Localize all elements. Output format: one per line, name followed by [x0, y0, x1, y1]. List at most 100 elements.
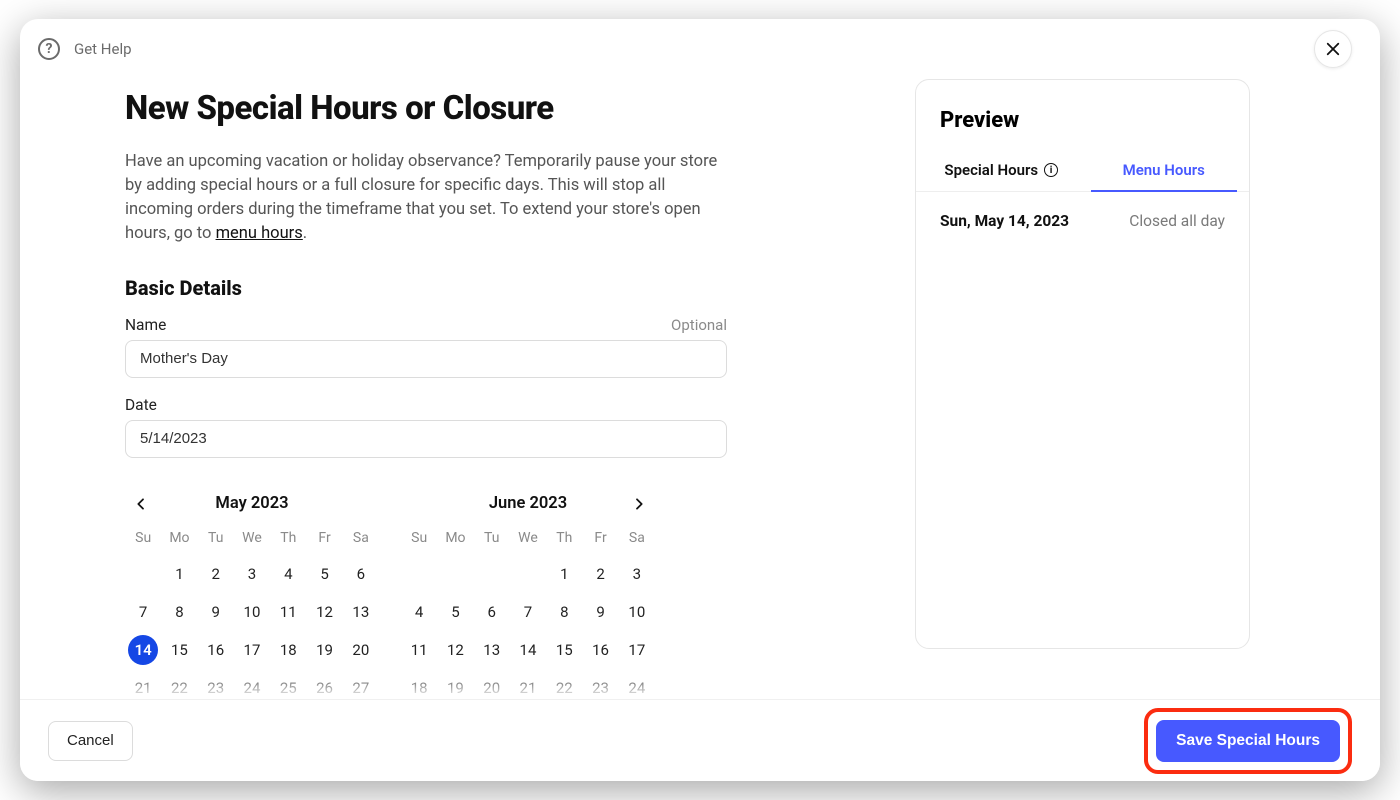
- calendar-day[interactable]: 3: [234, 560, 270, 588]
- calendar-day[interactable]: 16: [582, 636, 618, 664]
- calendar-day[interactable]: 5: [437, 598, 473, 626]
- calendar-blank: [474, 560, 510, 588]
- calendar-dow: Sa: [619, 530, 655, 550]
- calendar-day[interactable]: 1: [161, 560, 197, 588]
- close-button[interactable]: [1314, 30, 1352, 68]
- save-highlight: Save Special Hours: [1144, 708, 1352, 774]
- name-input[interactable]: [125, 340, 727, 378]
- calendar-day[interactable]: 6: [474, 598, 510, 626]
- calendar-day[interactable]: 2: [582, 560, 618, 588]
- calendar-day[interactable]: 13: [343, 598, 379, 626]
- preview-card: Preview Special HoursiMenu Hours Sun, Ma…: [915, 79, 1250, 649]
- preview-column: Preview Special HoursiMenu Hours Sun, Ma…: [915, 79, 1250, 699]
- calendar-day[interactable]: 27: [343, 674, 379, 699]
- get-help-button[interactable]: ? Get Help: [38, 38, 132, 60]
- tab-menu-hours[interactable]: Menu Hours: [1083, 151, 1246, 191]
- modal-body: New Special Hours or Closure Have an upc…: [20, 79, 1380, 699]
- calendar-day[interactable]: 21: [510, 674, 546, 699]
- tab-special-hours[interactable]: Special Hoursi: [920, 151, 1083, 191]
- calendar-day[interactable]: 15: [161, 636, 197, 664]
- calendar-day[interactable]: 22: [546, 674, 582, 699]
- calendar-day[interactable]: 14: [125, 636, 161, 664]
- calendar-day[interactable]: 6: [343, 560, 379, 588]
- calendar-day[interactable]: 11: [270, 598, 306, 626]
- calendar-dow: Sa: [343, 530, 379, 550]
- calendar-day[interactable]: 4: [270, 560, 306, 588]
- calendar-day[interactable]: 8: [161, 598, 197, 626]
- date-field-row: Date: [125, 396, 727, 414]
- preview-status: Closed all day: [1129, 212, 1225, 230]
- calendar-dow: Tu: [198, 530, 234, 550]
- calendar-day[interactable]: 21: [125, 674, 161, 699]
- calendar-day[interactable]: 19: [306, 636, 342, 664]
- calendar-day[interactable]: 7: [510, 598, 546, 626]
- chevron-right-icon: [631, 496, 647, 512]
- calendar-day[interactable]: 14: [510, 636, 546, 664]
- calendar-day[interactable]: 20: [474, 674, 510, 699]
- name-label: Name: [125, 316, 166, 334]
- calendar-day[interactable]: 5: [306, 560, 342, 588]
- calendar-next-button[interactable]: [625, 490, 653, 518]
- cancel-button[interactable]: Cancel: [48, 721, 133, 761]
- calendar-dow: Fr: [306, 530, 342, 550]
- calendar-day[interactable]: 17: [619, 636, 655, 664]
- calendar-dow: Su: [125, 530, 161, 550]
- preview-tabs: Special Hoursi Menu Hours: [916, 151, 1249, 192]
- name-optional-label: Optional: [671, 316, 727, 334]
- page-description: Have an upcoming vacation or holiday obs…: [125, 150, 730, 246]
- calendar-day[interactable]: 10: [619, 598, 655, 626]
- calendar-day[interactable]: 8: [546, 598, 582, 626]
- calendar-grid: SuMoTuWeThFrSa12345678910111213141516171…: [125, 530, 379, 699]
- calendar-day[interactable]: 19: [437, 674, 473, 699]
- calendar-blank: [125, 560, 161, 588]
- calendar-dow: Fr: [582, 530, 618, 550]
- calendar-day[interactable]: 4: [401, 598, 437, 626]
- tab-label: Menu Hours: [1123, 161, 1205, 179]
- calendar-blank: [510, 560, 546, 588]
- calendar-dow: Th: [270, 530, 306, 550]
- chevron-left-icon: [133, 496, 149, 512]
- calendar-day[interactable]: 12: [437, 636, 473, 664]
- calendar-day[interactable]: 17: [234, 636, 270, 664]
- calendar-day[interactable]: 23: [198, 674, 234, 699]
- calendar-day[interactable]: 18: [401, 674, 437, 699]
- calendar-day[interactable]: 24: [619, 674, 655, 699]
- calendar-day[interactable]: 16: [198, 636, 234, 664]
- calendar-day[interactable]: 9: [582, 598, 618, 626]
- calendar-grid: SuMoTuWeThFrSa12345678910111213141516171…: [401, 530, 655, 699]
- save-special-hours-button[interactable]: Save Special Hours: [1156, 720, 1340, 762]
- calendar-day[interactable]: 26: [306, 674, 342, 699]
- calendar-day[interactable]: 9: [198, 598, 234, 626]
- calendar-day[interactable]: 24: [234, 674, 270, 699]
- calendar-day[interactable]: 25: [270, 674, 306, 699]
- calendar-month: May 2023SuMoTuWeThFrSa123456789101112131…: [125, 490, 379, 699]
- calendar-day[interactable]: 12: [306, 598, 342, 626]
- calendar-day[interactable]: 15: [546, 636, 582, 664]
- calendar-blank: [437, 560, 473, 588]
- calendar-day[interactable]: 20: [343, 636, 379, 664]
- calendar-dow: We: [234, 530, 270, 550]
- calendar-dow: Th: [546, 530, 582, 550]
- calendar-month-title: May 2023: [125, 490, 379, 518]
- date-input[interactable]: [125, 420, 727, 458]
- calendar-day[interactable]: 10: [234, 598, 270, 626]
- calendar-day[interactable]: 7: [125, 598, 161, 626]
- page-title: New Special Hours or Closure: [125, 89, 745, 128]
- calendar: May 2023SuMoTuWeThFrSa123456789101112131…: [125, 490, 655, 699]
- form-column: New Special Hours or Closure Have an upc…: [125, 79, 745, 699]
- calendar-day[interactable]: 23: [582, 674, 618, 699]
- special-hours-modal: ? Get Help New Special Hours or Closure …: [20, 19, 1380, 781]
- menu-hours-link[interactable]: menu hours: [216, 224, 303, 243]
- calendar-prev-button[interactable]: [127, 490, 155, 518]
- calendar-day[interactable]: 2: [198, 560, 234, 588]
- calendar-day[interactable]: 11: [401, 636, 437, 664]
- calendar-day[interactable]: 3: [619, 560, 655, 588]
- help-icon: ?: [38, 38, 60, 60]
- calendar-day[interactable]: 22: [161, 674, 197, 699]
- calendar-day[interactable]: 18: [270, 636, 306, 664]
- calendar-day[interactable]: 13: [474, 636, 510, 664]
- modal-footer: Cancel Save Special Hours: [20, 699, 1380, 781]
- calendar-dow: We: [510, 530, 546, 550]
- basic-details-heading: Basic Details: [125, 276, 745, 300]
- calendar-day[interactable]: 1: [546, 560, 582, 588]
